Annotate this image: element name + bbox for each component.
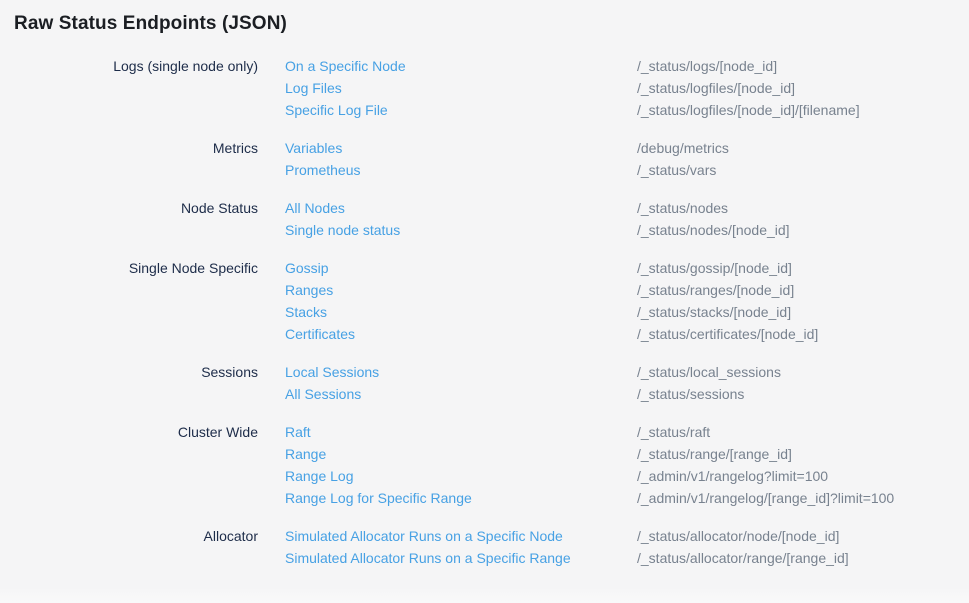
- endpoint-row: Metrics Variables /debug/metrics: [0, 137, 969, 159]
- endpoint-path: /_status/logs/[node_id]: [637, 55, 969, 77]
- category-label: Cluster Wide: [0, 421, 258, 443]
- endpoint-group: Cluster Wide Raft /_status/raft Range /_…: [0, 421, 969, 509]
- endpoint-link[interactable]: Gossip: [285, 260, 329, 276]
- endpoint-path: /_status/stacks/[node_id]: [637, 301, 969, 323]
- endpoint-path: /_status/vars: [637, 159, 969, 181]
- endpoint-path: /_status/ranges/[node_id]: [637, 279, 969, 301]
- endpoint-path: /debug/metrics: [637, 137, 969, 159]
- endpoint-row: Ranges /_status/ranges/[node_id]: [0, 279, 969, 301]
- endpoint-row: Sessions Local Sessions /_status/local_s…: [0, 361, 969, 383]
- endpoint-group: Sessions Local Sessions /_status/local_s…: [0, 361, 969, 405]
- endpoint-path: /_status/nodes: [637, 197, 969, 219]
- endpoint-row: Stacks /_status/stacks/[node_id]: [0, 301, 969, 323]
- endpoints-table: Logs (single node only) On a Specific No…: [0, 55, 969, 569]
- endpoint-link[interactable]: Variables: [285, 140, 342, 156]
- debug-endpoints-page: Raw Status Endpoints (JSON) Logs (single…: [0, 12, 969, 569]
- endpoint-link[interactable]: Ranges: [285, 282, 333, 298]
- endpoint-link[interactable]: Specific Log File: [285, 102, 388, 118]
- endpoint-row: Cluster Wide Raft /_status/raft: [0, 421, 969, 443]
- category-label: Node Status: [0, 197, 258, 219]
- category-label: Sessions: [0, 361, 258, 383]
- endpoint-path: /_admin/v1/rangelog/[range_id]?limit=100: [637, 487, 969, 509]
- endpoint-row: Specific Log File /_status/logfiles/[nod…: [0, 99, 969, 121]
- endpoint-path: /_status/raft: [637, 421, 969, 443]
- endpoint-path: /_status/sessions: [637, 383, 969, 405]
- endpoint-path: /_status/allocator/node/[node_id]: [637, 525, 969, 547]
- endpoint-link[interactable]: Simulated Allocator Runs on a Specific N…: [285, 528, 563, 544]
- bottom-fade: [0, 587, 969, 603]
- endpoint-row: Range Log for Specific Range /_admin/v1/…: [0, 487, 969, 509]
- endpoint-link[interactable]: Range: [285, 446, 326, 462]
- endpoint-path: /_status/certificates/[node_id]: [637, 323, 969, 345]
- category-label: Logs (single node only): [0, 55, 258, 77]
- endpoint-path: /_status/logfiles/[node_id]: [637, 77, 969, 99]
- endpoint-link[interactable]: Certificates: [285, 326, 355, 342]
- endpoint-row: Prometheus /_status/vars: [0, 159, 969, 181]
- endpoint-row: Allocator Simulated Allocator Runs on a …: [0, 525, 969, 547]
- endpoint-row: All Sessions /_status/sessions: [0, 383, 969, 405]
- endpoint-group: Node Status All Nodes /_status/nodes Sin…: [0, 197, 969, 241]
- category-label: Metrics: [0, 137, 258, 159]
- endpoint-row: Simulated Allocator Runs on a Specific R…: [0, 547, 969, 569]
- endpoint-row: Range Log /_admin/v1/rangelog?limit=100: [0, 465, 969, 487]
- endpoint-link[interactable]: All Sessions: [285, 386, 361, 402]
- category-label: Allocator: [0, 525, 258, 547]
- endpoint-link[interactable]: All Nodes: [285, 200, 345, 216]
- endpoint-link[interactable]: Local Sessions: [285, 364, 379, 380]
- endpoint-path: /_status/local_sessions: [637, 361, 969, 383]
- endpoint-group: Metrics Variables /debug/metrics Prometh…: [0, 137, 969, 181]
- endpoint-path: /_status/gossip/[node_id]: [637, 257, 969, 279]
- endpoint-link[interactable]: Stacks: [285, 304, 327, 320]
- endpoint-row: Log Files /_status/logfiles/[node_id]: [0, 77, 969, 99]
- endpoint-row: Single Node Specific Gossip /_status/gos…: [0, 257, 969, 279]
- endpoint-link[interactable]: Range Log: [285, 468, 354, 484]
- endpoint-path: /_status/range/[range_id]: [637, 443, 969, 465]
- endpoint-link[interactable]: Single node status: [285, 222, 400, 238]
- endpoint-row: Logs (single node only) On a Specific No…: [0, 55, 969, 77]
- category-label: Single Node Specific: [0, 257, 258, 279]
- endpoint-group: Allocator Simulated Allocator Runs on a …: [0, 525, 969, 569]
- endpoint-path: /_status/allocator/range/[range_id]: [637, 547, 969, 569]
- endpoint-row: Certificates /_status/certificates/[node…: [0, 323, 969, 345]
- endpoint-link[interactable]: Log Files: [285, 80, 342, 96]
- page-title: Raw Status Endpoints (JSON): [14, 12, 969, 35]
- endpoint-path: /_status/logfiles/[node_id]/[filename]: [637, 99, 969, 121]
- endpoint-group: Single Node Specific Gossip /_status/gos…: [0, 257, 969, 345]
- endpoint-link[interactable]: Range Log for Specific Range: [285, 490, 472, 506]
- endpoint-row: Single node status /_status/nodes/[node_…: [0, 219, 969, 241]
- endpoint-path: /_status/nodes/[node_id]: [637, 219, 969, 241]
- endpoint-row: Range /_status/range/[range_id]: [0, 443, 969, 465]
- endpoint-link[interactable]: Prometheus: [285, 162, 360, 178]
- endpoint-link[interactable]: Simulated Allocator Runs on a Specific R…: [285, 550, 571, 566]
- endpoint-link[interactable]: Raft: [285, 424, 311, 440]
- endpoint-path: /_admin/v1/rangelog?limit=100: [637, 465, 969, 487]
- endpoint-row: Node Status All Nodes /_status/nodes: [0, 197, 969, 219]
- endpoint-link[interactable]: On a Specific Node: [285, 58, 406, 74]
- endpoint-group: Logs (single node only) On a Specific No…: [0, 55, 969, 121]
